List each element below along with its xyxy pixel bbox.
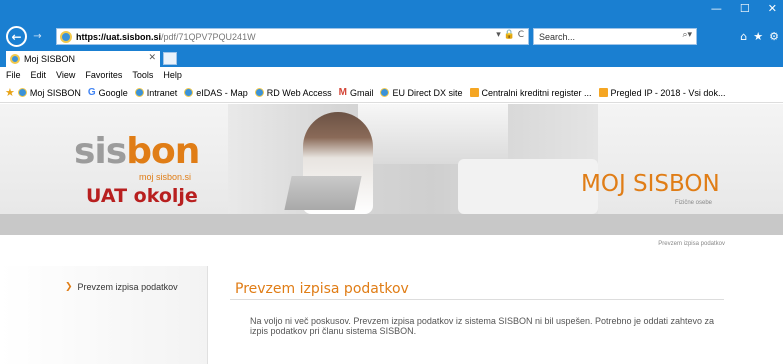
menu-help[interactable]: Help	[163, 70, 182, 80]
close-icon[interactable]: ✕	[768, 2, 777, 15]
page-header: sisbon moj sisbon.si UAT okolje MOJ SISB…	[0, 104, 783, 214]
site-subtitle: Fizične osebe	[675, 200, 713, 206]
tab-moj-sisbon[interactable]: Moj SISBON ✕	[6, 51, 160, 67]
sisbon-logo[interactable]: sisbon	[74, 134, 200, 170]
environment-label: UAT okolje	[86, 185, 198, 207]
favorites-star-icon[interactable]: ★	[753, 30, 763, 43]
sidebar-item-prevzem[interactable]: ❯ Prevzem izpisa podatkov	[65, 282, 178, 292]
error-message: Na voljo ni več poskusov. Prevzem izpisa…	[250, 316, 715, 336]
favorite-pregled-ip[interactable]: Pregled IP - 2018 - Vsi dok...	[598, 88, 725, 98]
lock-refresh-icon[interactable]: ▾ 🔒 C	[496, 30, 524, 40]
browser-toolbar: ← → https://uat.sisbon.si/pdf/71QPV7PQU2…	[0, 0, 783, 49]
favorite-intranet[interactable]: Intranet	[134, 88, 177, 98]
search-icon[interactable]: ⌕▾	[682, 30, 692, 40]
forward-arrow-icon: →	[33, 31, 42, 42]
menu-view[interactable]: View	[56, 70, 75, 80]
ie-icon	[10, 54, 20, 64]
ie-icon	[134, 88, 144, 97]
ie-icon	[17, 88, 27, 97]
breadcrumb: Prevzem izpisa podatkov	[658, 241, 725, 247]
home-icon[interactable]: ⌂	[740, 30, 747, 43]
favorite-eu-direct[interactable]: EU Direct DX site	[380, 88, 463, 98]
settings-gear-icon[interactable]: ⚙	[769, 30, 779, 43]
favorites-star-icon[interactable]: ★	[5, 86, 15, 99]
favorite-moj-sisbon[interactable]: Moj SISBON	[17, 88, 81, 98]
favorites-bar: ★ Moj SISBON G Google Intranet eIDAS - Ma…	[0, 83, 783, 103]
favorite-google[interactable]: G Google	[88, 87, 128, 98]
tab-strip: Moj SISBON ✕	[0, 49, 783, 67]
orange-icon	[598, 88, 608, 97]
maximize-icon[interactable]: ☐	[740, 2, 750, 15]
window-controls: — ☐ ✕	[711, 2, 777, 15]
sidebar: ❯ Prevzem izpisa podatkov	[0, 266, 208, 364]
browser-right-icons: ⌂ ★ ⚙	[740, 30, 779, 43]
favorite-centralni-kreditni[interactable]: Centralni kreditni register ...	[469, 88, 592, 98]
url-host: https://uat.sisbon.si	[76, 31, 162, 42]
google-icon: G	[87, 87, 96, 98]
chevron-right-icon: ❯	[65, 282, 73, 292]
back-button[interactable]: ←	[6, 26, 27, 47]
new-tab-button[interactable]	[163, 52, 177, 65]
menu-edit[interactable]: Edit	[31, 70, 47, 80]
ie-icon	[254, 88, 264, 97]
orange-icon	[469, 88, 479, 97]
ie-icon	[60, 30, 72, 43]
gmail-icon: M	[338, 87, 347, 98]
search-input[interactable]	[539, 31, 669, 42]
divider	[230, 299, 724, 300]
menu-tools[interactable]: Tools	[132, 70, 153, 80]
menu-bar: File Edit View Favorites Tools Help	[0, 67, 783, 83]
url-path: /pdf/71QPV7PQU241W	[161, 31, 256, 42]
page-title: Prevzem izpisa podatkov	[235, 281, 409, 297]
nav-band	[0, 214, 783, 235]
site-title: MOJ SISBON	[581, 171, 720, 197]
favorite-rd-web-access[interactable]: RD Web Access	[254, 88, 332, 98]
address-bar[interactable]: https://uat.sisbon.si/pdf/71QPV7PQU241W …	[56, 28, 529, 45]
menu-file[interactable]: File	[6, 70, 21, 80]
favorite-gmail[interactable]: M Gmail	[339, 87, 374, 98]
menu-favorites[interactable]: Favorites	[85, 70, 122, 80]
logo-subtitle: moj sisbon.si	[139, 172, 192, 182]
favorite-eidas[interactable]: eIDAS - Map	[184, 88, 248, 98]
sidebar-item-label: Prevzem izpisa podatkov	[77, 282, 178, 292]
ie-icon	[380, 88, 390, 97]
minimize-icon[interactable]: —	[711, 2, 722, 15]
header-photo	[228, 104, 598, 214]
ie-icon	[184, 88, 194, 97]
tab-label: Moj SISBON	[24, 54, 76, 64]
search-box[interactable]: ⌕▾	[533, 28, 697, 45]
forward-button[interactable]: →	[30, 29, 45, 44]
back-arrow-icon: ←	[11, 29, 22, 44]
tab-close-icon[interactable]: ✕	[148, 52, 156, 63]
